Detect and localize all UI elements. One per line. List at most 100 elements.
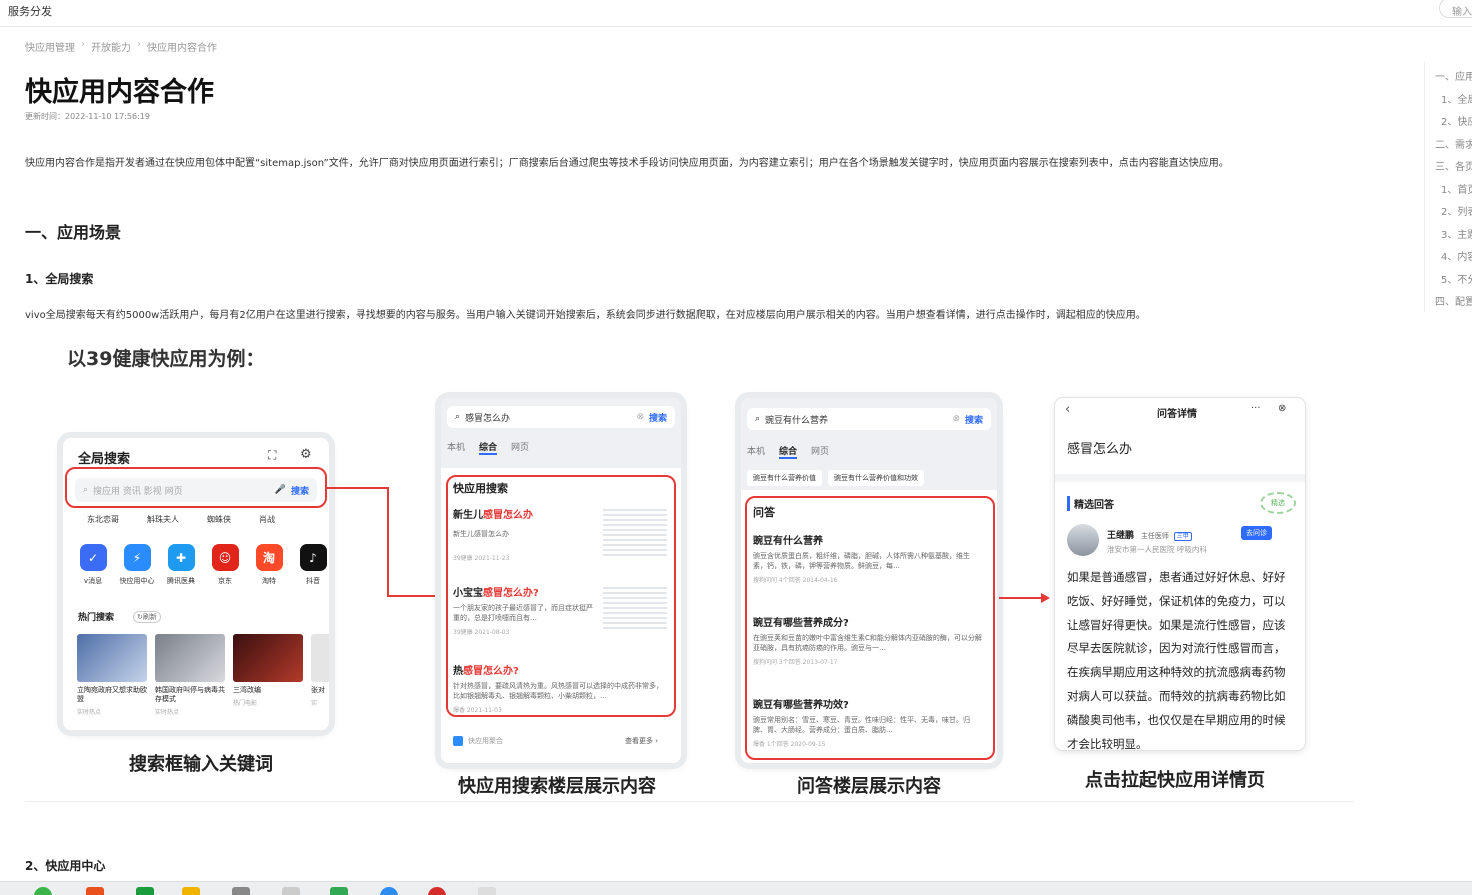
suggestion-chip[interactable]: 豌豆有什么营养价值 bbox=[747, 470, 822, 486]
app-icon[interactable]: ✓ v消息 bbox=[71, 544, 115, 586]
refresh-button[interactable]: ↻刷新 bbox=[133, 611, 161, 623]
more-icon[interactable]: ··· bbox=[1251, 403, 1261, 414]
toc-item[interactable]: 5、不分 bbox=[1425, 265, 1472, 288]
search-icon: ⌕ bbox=[455, 412, 461, 422]
search-button[interactable]: 搜索 bbox=[649, 411, 667, 424]
screen-title: 问答详情 bbox=[1157, 409, 1197, 420]
suggestion-chip[interactable]: 豌豆有什么营养价值和功效 bbox=[828, 470, 924, 486]
consult-button[interactable]: 去问诊 bbox=[1241, 526, 1272, 540]
toc-item[interactable]: 1、全局 bbox=[1425, 85, 1472, 108]
brand-label[interactable]: 服务分发 bbox=[8, 3, 52, 19]
search-query: 感冒怎么办 bbox=[465, 413, 511, 424]
lightning-icon: ⚡ bbox=[123, 544, 151, 571]
clear-icon[interactable]: ⊗ bbox=[952, 414, 960, 424]
hot-list: 立陶宛政府又想求助欧盟 实时热点 韩国政府叫停与病毒共存模式 实时热点 三湾改编 热门… bbox=[77, 634, 329, 716]
app-icon[interactable] bbox=[380, 887, 398, 895]
app-icon[interactable] bbox=[34, 887, 52, 895]
hot-item[interactable]: 立陶宛政府又想求助欧盟 实时热点 bbox=[77, 634, 147, 716]
app-icon[interactable]: ♪ 抖音 bbox=[291, 544, 329, 586]
question-title: 感冒怎么办 bbox=[1067, 442, 1133, 457]
tab-local[interactable]: 本机 bbox=[447, 440, 465, 455]
close-icon[interactable]: ⊗ bbox=[1278, 403, 1286, 414]
search-input[interactable]: 输入 bbox=[1439, 0, 1472, 18]
subsection-heading: 1、全局搜索 bbox=[25, 272, 94, 286]
suggestion-chips: 豌豆有什么营养价值 豌豆有什么营养价值和功效 bbox=[747, 470, 924, 486]
tab-all[interactable]: 综合 bbox=[479, 440, 498, 455]
app-icon[interactable]: 淘淘特 bbox=[247, 544, 291, 586]
subsection-heading: 2、快应用中心 bbox=[25, 859, 106, 873]
toc-item[interactable]: 2、快应 bbox=[1425, 107, 1472, 130]
page-title: 快应用内容合作 bbox=[25, 77, 214, 108]
taote-icon: 淘 bbox=[255, 544, 283, 571]
breadcrumb-item[interactable]: 快应用内容合作 bbox=[147, 39, 217, 54]
body-paragraph: vivo全局搜索每天有约5000w活跃用户，每月有2亿用户在这里进行搜索，寻找想… bbox=[25, 310, 1146, 321]
qa-detail-screen: ‹ 问答详情 ··· ⊗ 感冒怎么办 精选回答 精选 王继鹏 主任医师 三甲 淮… bbox=[1055, 398, 1305, 750]
toc-item[interactable]: 四、配置 bbox=[1425, 287, 1472, 310]
arrow bbox=[387, 487, 389, 597]
hot-search-title: 热门搜索 bbox=[78, 613, 115, 623]
breadcrumb-item[interactable]: 快应用管理 bbox=[25, 39, 75, 54]
hot-word[interactable]: 蜘蛛侠 bbox=[207, 514, 231, 525]
hot-word[interactable]: 东北恋哥 bbox=[87, 514, 119, 525]
app-icon[interactable] bbox=[136, 887, 154, 895]
app-icon[interactable] bbox=[282, 887, 300, 895]
douyin-icon: ♪ bbox=[299, 544, 327, 571]
result-tabs: 本机 综合 网页 bbox=[447, 440, 529, 455]
hot-item[interactable]: 三湾改编 热门电影 bbox=[233, 634, 303, 716]
toc-item[interactable]: 4、内容 bbox=[1425, 242, 1472, 265]
hot-item[interactable]: 张对实 bbox=[311, 634, 329, 716]
chevron-right-icon: › bbox=[81, 39, 85, 50]
search-box[interactable]: ⌕ 豌豆有什么营养 ⊗ 搜索 bbox=[747, 408, 991, 430]
footer-source: 快应用聚合 bbox=[453, 736, 503, 746]
breadcrumb-item[interactable]: 开放能力 bbox=[91, 39, 131, 54]
medical-icon: ✚ bbox=[167, 544, 195, 571]
tab-web[interactable]: 网页 bbox=[811, 444, 829, 459]
toc-item[interactable]: 1、首页 bbox=[1425, 175, 1472, 198]
view-more-link[interactable]: 查看更多 › bbox=[625, 736, 658, 746]
message-icon: ✓ bbox=[79, 544, 107, 571]
app-icon[interactable] bbox=[86, 887, 104, 895]
table-of-contents: 一、应用 1、全局 2、快应 二、需求 三、各页 1、首页 2、列表 3、主题 … bbox=[1424, 62, 1472, 312]
featured-badge: 精选 bbox=[1260, 492, 1296, 514]
app-icon[interactable]: ☺ 京东 bbox=[203, 544, 247, 586]
toc-item[interactable]: 一、应用 bbox=[1425, 62, 1472, 85]
tab-all[interactable]: 综合 bbox=[779, 444, 798, 459]
top-bar: 服务分发 输入 bbox=[0, 0, 1472, 27]
search-box[interactable]: ⌕ 感冒怎么办 ⊗ 搜索 bbox=[447, 406, 675, 428]
caption: 快应用搜索楼层展示内容 bbox=[458, 776, 656, 797]
app-icon[interactable] bbox=[330, 887, 348, 895]
section-heading: 一、应用场景 bbox=[25, 223, 122, 242]
clear-icon[interactable]: ⊗ bbox=[636, 412, 644, 422]
jd-icon: ☺ bbox=[211, 544, 239, 571]
tab-web[interactable]: 网页 bbox=[511, 440, 529, 455]
toc-item[interactable]: 三、各页 bbox=[1425, 152, 1472, 175]
app-icon[interactable]: ✚ 腾讯医典 bbox=[159, 544, 203, 586]
caption: 问答楼层展示内容 bbox=[797, 776, 941, 797]
hot-word[interactable]: 斛珠夫人 bbox=[147, 514, 179, 525]
toc-item[interactable]: 2、列表 bbox=[1425, 197, 1472, 220]
app-icon[interactable] bbox=[478, 887, 496, 895]
hospital-info: 淮安市第一人民医院 呼吸内科 bbox=[1107, 545, 1207, 554]
caption: 搜索框输入关键词 bbox=[129, 754, 273, 775]
gear-icon: ⚙ bbox=[300, 447, 312, 462]
doctor-info: 王继鹏 主任医师 三甲 bbox=[1107, 528, 1192, 541]
back-icon[interactable]: ‹ bbox=[1065, 402, 1070, 417]
hot-word[interactable]: 肖战 bbox=[259, 514, 275, 525]
app-grid: ✓ v消息 ⚡ 快应用中心 ✚ 腾讯医典 ☺ 京东 淘淘特 ♪ 抖音 bbox=[71, 544, 329, 586]
app-icon[interactable]: ⚡ 快应用中心 bbox=[115, 544, 159, 586]
highlight-frame bbox=[446, 475, 676, 717]
app-icon[interactable] bbox=[232, 887, 250, 895]
hot-item[interactable]: 韩国政府叫停与病毒共存模式 实时热点 bbox=[155, 634, 225, 716]
intro-paragraph: 快应用内容合作是指开发者通过在快应用包体中配置“sitemap.json”文件，… bbox=[25, 158, 1229, 169]
toc-item[interactable]: 3、主题 bbox=[1425, 220, 1472, 243]
search-button[interactable]: 搜索 bbox=[965, 413, 983, 426]
app-icon[interactable] bbox=[182, 887, 200, 895]
app-icon[interactable] bbox=[428, 887, 446, 895]
breadcrumb: 快应用管理 › 开放能力 › 快应用内容合作 bbox=[25, 39, 217, 54]
tab-local[interactable]: 本机 bbox=[747, 444, 765, 459]
answer-label: 精选回答 bbox=[1067, 496, 1114, 511]
toc-item[interactable]: 二、需求 bbox=[1425, 130, 1472, 153]
arrow bbox=[999, 597, 1041, 599]
highlight-frame bbox=[65, 467, 327, 508]
taskbar bbox=[0, 881, 1472, 895]
